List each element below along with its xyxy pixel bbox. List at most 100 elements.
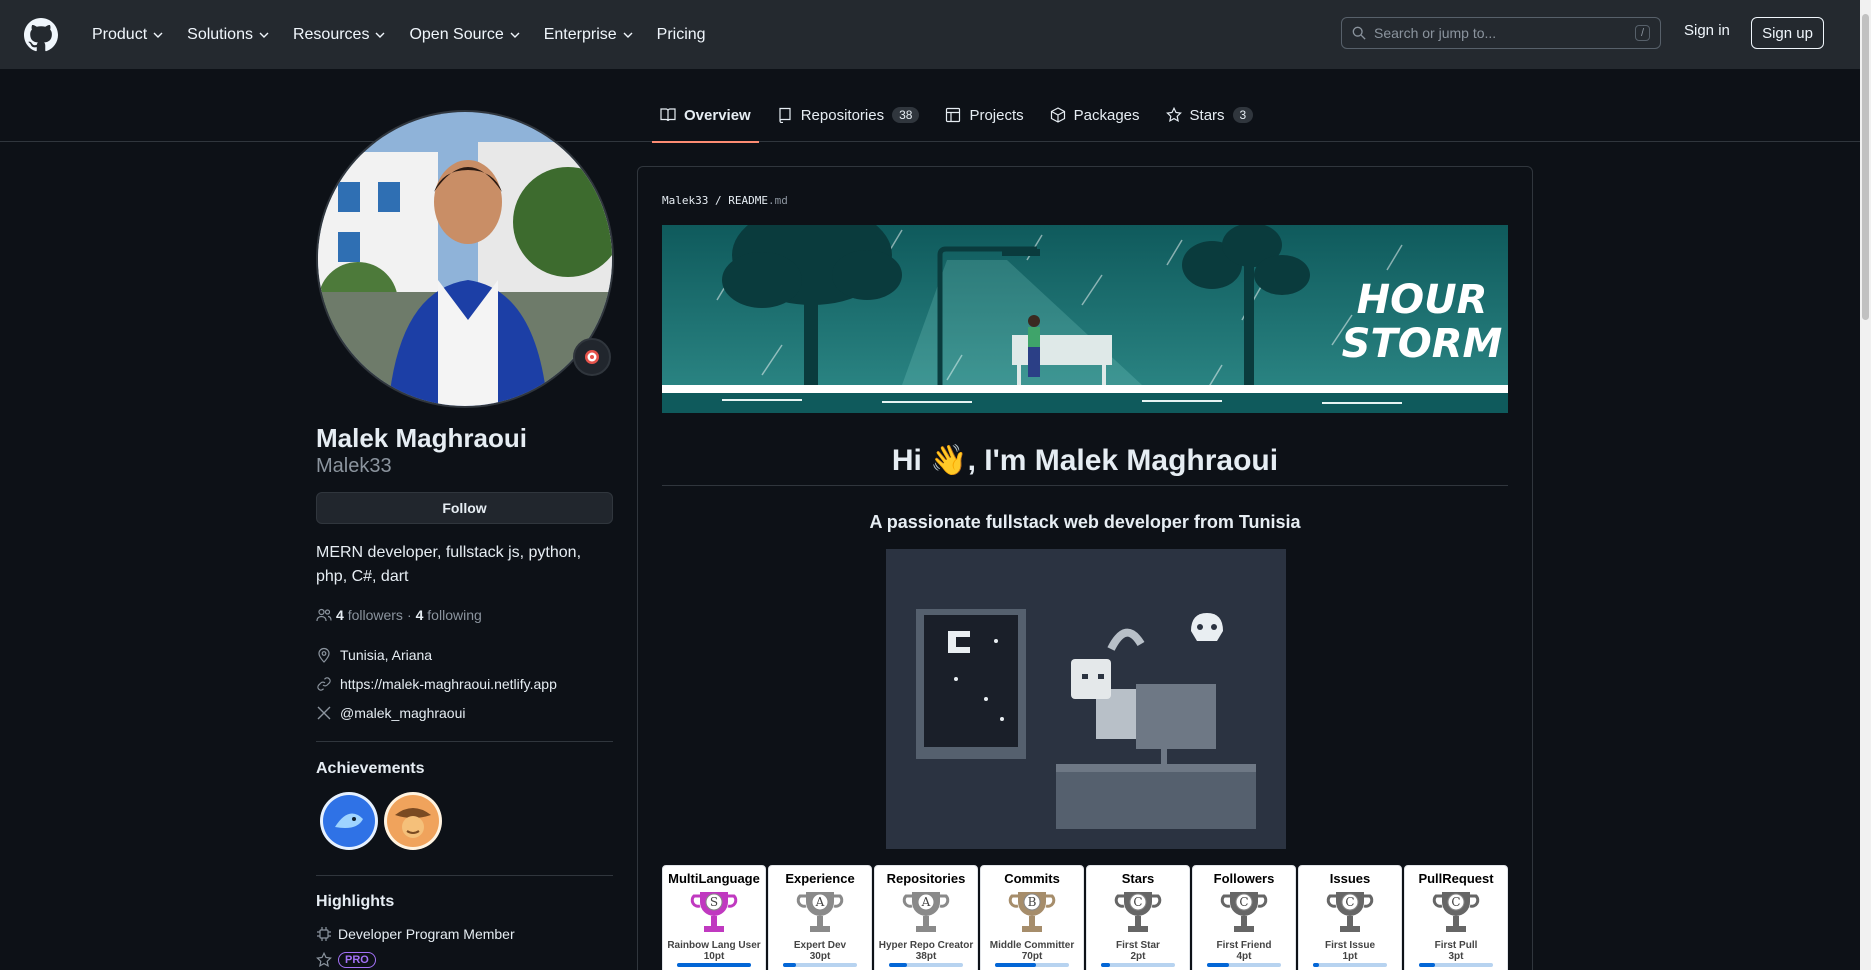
tab-projects[interactable]: Projects: [945, 99, 1024, 131]
follow-button[interactable]: Follow: [316, 492, 613, 524]
trophy-rank: A: [921, 895, 931, 909]
tab-label: Projects: [969, 106, 1024, 124]
nav-label: Solutions: [187, 25, 253, 43]
trophy-title: Followers: [1213, 871, 1275, 886]
profile-tabs-bar: Overview Repositories 38 Projects Packag…: [0, 69, 1860, 143]
search-shortcut-key: /: [1634, 25, 1650, 41]
readme-owner-link[interactable]: Malek33: [662, 194, 708, 207]
trophy-title: Issues: [1329, 871, 1371, 886]
cowboy-icon: [384, 792, 442, 850]
cpu-icon: [317, 927, 331, 941]
scrollbar-thumb[interactable]: [1862, 14, 1869, 320]
chevron-down-icon: [510, 32, 520, 38]
following-link[interactable]: 4 following: [416, 607, 482, 623]
nav-resources[interactable]: Resources: [281, 18, 397, 52]
readme-file-ext: .md: [767, 194, 788, 207]
website-item[interactable]: https://malek-maghraoui.netlify.app: [316, 676, 557, 692]
readme-breadcrumb: Malek33 / README.md: [662, 194, 788, 207]
chevron-down-icon: [623, 32, 633, 38]
sidebar-divider: [316, 741, 613, 742]
search-icon: [1352, 26, 1366, 40]
x-logo-icon: [317, 706, 331, 720]
nav-solutions[interactable]: Solutions: [175, 18, 281, 52]
trophy-rank: C: [1451, 895, 1460, 909]
trophy-name: First Pull: [1434, 940, 1478, 951]
chevron-down-icon: [375, 32, 385, 38]
trophy-name: First Issue: [1324, 940, 1376, 951]
readme-banner-image: HOUR STORM: [662, 225, 1508, 413]
trophy-rank: B: [1028, 895, 1037, 909]
readme-file-link[interactable]: README: [728, 194, 768, 207]
nav-open-source[interactable]: Open Source: [397, 18, 531, 52]
people-icon: [316, 608, 332, 622]
trophy-name: Rainbow Lang User: [667, 940, 761, 951]
trophy-title: MultiLanguage: [668, 871, 760, 886]
trophy-progress-fill: [995, 963, 1036, 967]
achievement-yolo-badge[interactable]: [383, 791, 443, 851]
website-link[interactable]: https://malek-maghraoui.netlify.app: [340, 676, 557, 692]
twitter-item[interactable]: @malek_maghraoui: [316, 705, 466, 721]
pro-badge: PRO: [338, 952, 376, 968]
stats-separator: ·: [406, 607, 412, 623]
trophy-progress-fill: [783, 963, 797, 967]
trophy-progress-fill: [1419, 963, 1436, 967]
trophy-card: PullRequest C First Pull 3pt: [1404, 865, 1508, 970]
follow-stats: 4 followers · 4 following: [316, 607, 482, 623]
shark-icon: [320, 792, 378, 850]
status-emoji-badge[interactable]: [573, 338, 611, 376]
page-scrollbar[interactable]: [1860, 0, 1871, 970]
trophy-progress-bar: [783, 963, 857, 967]
achievement-pull-shark-badge[interactable]: [319, 791, 379, 851]
nav-label: Resources: [292, 25, 370, 43]
github-logo-icon[interactable]: [24, 17, 58, 52]
trophy-rank: C: [1345, 895, 1354, 909]
trophy-cup-icon: C: [1326, 892, 1374, 932]
sign-up-button[interactable]: Sign up: [1751, 17, 1824, 49]
chevron-down-icon: [259, 32, 269, 38]
trophy-rank: S: [710, 895, 718, 909]
trophy-card: Experience A Expert Dev 30pt: [768, 865, 872, 970]
heading-divider: [662, 485, 1508, 486]
tab-stars[interactable]: Stars 3: [1165, 99, 1254, 131]
banner-title-line1: HOUR: [1357, 277, 1488, 323]
profile-bio: MERN developer, fullstack js, python, ph…: [316, 544, 582, 585]
nav-enterprise[interactable]: Enterprise: [532, 18, 645, 52]
search-input[interactable]: Search or jump to... /: [1341, 17, 1661, 49]
profile-username: Malek33: [316, 455, 392, 477]
tab-label: Packages: [1073, 106, 1140, 124]
highlight-text: Developer Program Member: [338, 926, 515, 942]
nav-pricing[interactable]: Pricing: [645, 18, 718, 52]
highlight-developer-program: Developer Program Member: [316, 926, 515, 942]
nav-label: Open Source: [409, 25, 504, 43]
coding-animation-image: [886, 549, 1286, 849]
trophy-progress-fill: [677, 963, 751, 967]
trophy-points: 10pt: [703, 951, 725, 962]
achievements-heading[interactable]: Achievements: [316, 760, 425, 778]
trophy-cup-icon: B: [1008, 892, 1056, 932]
nav-product[interactable]: Product: [80, 18, 175, 52]
trophy-cup-icon: A: [902, 892, 950, 932]
repo-count-badge: 38: [892, 107, 920, 123]
tab-overview[interactable]: Overview: [652, 99, 759, 143]
github-trophies: MultiLanguage S Rainbow Lang User 10pt Exper…: [662, 865, 1508, 970]
nav-label: Pricing: [656, 25, 706, 43]
tab-repositories[interactable]: Repositories 38: [777, 99, 920, 131]
readme-tagline: A passionate fullstack web developer fro…: [869, 512, 1301, 532]
avatar[interactable]: [316, 110, 614, 408]
followers-count: 4: [336, 607, 344, 623]
global-header: Product Solutions Resources Open Source …: [0, 0, 1860, 69]
trophy-cup-icon: C: [1432, 892, 1480, 932]
trophy-progress-fill: [889, 963, 907, 967]
followers-link[interactable]: 4 followers: [336, 607, 403, 623]
trophy-title: Commits: [1004, 871, 1060, 886]
twitter-link[interactable]: @malek_maghraoui: [340, 705, 466, 721]
trophy-points: 30pt: [809, 951, 831, 962]
readme-heading: Hi 👋, I'm Malek Maghraoui: [891, 444, 1279, 477]
trophy-cup-icon: S: [690, 892, 738, 932]
banner-title-line2: STORM: [1342, 321, 1503, 367]
trophy-progress-fill: [1101, 963, 1110, 967]
tab-packages[interactable]: Packages: [1050, 99, 1140, 131]
trophy-progress-bar: [1419, 963, 1493, 967]
highlight-pro: PRO: [316, 952, 376, 968]
sign-in-link[interactable]: Sign in: [1684, 22, 1730, 39]
